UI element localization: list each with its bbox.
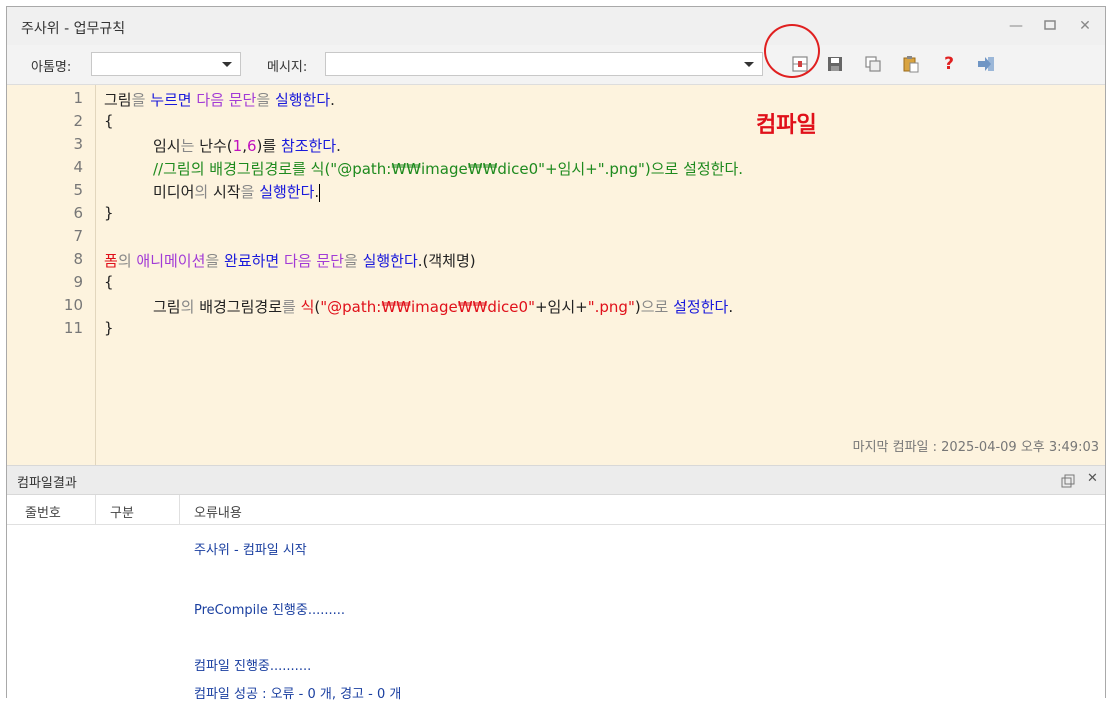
copy-button[interactable]: [862, 53, 884, 75]
code-line: }: [104, 319, 114, 337]
last-compile-time: 마지막 컴파일 : 2025-04-09 오후 3:49:03: [852, 440, 1099, 455]
paste-icon: [903, 56, 919, 73]
column-divider: [95, 495, 96, 525]
results-list: 주사위 - 컴파일 시작 PreCompile 진행중......... 컴파일…: [7, 525, 1105, 702]
column-divider: [179, 495, 180, 525]
close-panel-icon[interactable]: ✕: [1087, 471, 1098, 486]
line-number: 6: [73, 204, 83, 222]
line-number: 9: [73, 273, 83, 291]
results-panel-header: 컴파일결과 ✕: [7, 465, 1105, 495]
float-panel-icon[interactable]: [1061, 473, 1075, 492]
line-number: 1: [73, 89, 83, 107]
compile-callout-label: 컴파일: [756, 113, 817, 138]
code-line: //그림의 배경그림경로를 식("@path:₩₩image₩₩dice0"+임…: [153, 160, 744, 178]
chevron-down-icon: [744, 62, 754, 67]
line-number: 2: [73, 112, 83, 130]
message-combo[interactable]: [325, 52, 763, 76]
line-number: 4: [73, 158, 83, 176]
code-line: {: [104, 112, 114, 130]
title-bar: 주사위 - 업무규칙 — ✕: [7, 7, 1105, 45]
code-line: 임시는 난수(1,6)를 참조한다.: [153, 137, 341, 155]
line-number: 7: [73, 227, 83, 245]
result-line: 컴파일 진행중..........: [194, 659, 312, 674]
maximize-icon[interactable]: [1039, 16, 1061, 36]
line-number: 3: [73, 135, 83, 153]
save-icon: [828, 57, 842, 71]
column-header-line[interactable]: 줄번호: [25, 502, 61, 521]
event-combo[interactable]: [91, 52, 241, 76]
results-column-header: 줄번호 구분 오류내용: [7, 495, 1105, 525]
save-button[interactable]: [824, 53, 846, 75]
help-button[interactable]: ?: [938, 53, 960, 75]
event-label: 아톰명:: [31, 60, 72, 75]
line-number: 5: [73, 181, 83, 199]
code-line: 그림의 배경그림경로를 식("@path:₩₩image₩₩dice0"+임시+…: [153, 298, 734, 316]
exit-icon: [978, 57, 994, 71]
chevron-down-icon: [222, 62, 232, 67]
results-panel-title: 컴파일결과: [17, 476, 77, 491]
code-line: 미디어의 시작을 실행한다.: [153, 183, 321, 202]
exit-button[interactable]: [975, 53, 997, 75]
compile-highlight-circle: [764, 24, 820, 78]
minimize-icon[interactable]: —: [1005, 16, 1027, 36]
code-line: }: [104, 204, 114, 222]
column-header-type[interactable]: 구분: [110, 502, 134, 521]
result-line: 컴파일 성공 : 오류 - 0 개, 경고 - 0 개: [194, 687, 402, 702]
code-editor[interactable]: 1 2 3 4 5 6 7 8 9 10 11 그림을 누르면 다음 문단을 실…: [7, 85, 1105, 465]
column-header-error[interactable]: 오류내용: [194, 502, 242, 521]
toolbar: 아톰명: 메시지: ?: [7, 45, 1105, 85]
window-title: 주사위 - 업무규칙: [21, 21, 126, 37]
code-line: 그림을 누르면 다음 문단을 실행한다.: [104, 91, 335, 109]
code-line: {: [104, 273, 114, 291]
close-icon[interactable]: ✕: [1074, 16, 1096, 36]
copy-icon: [865, 56, 881, 72]
paste-button[interactable]: [900, 53, 922, 75]
code-line: 폼의 애니메이션을 완료하면 다음 문단을 실행한다.(객체명): [104, 252, 476, 270]
result-line: PreCompile 진행중.........: [194, 603, 346, 618]
rule-editor-window: 주사위 - 업무규칙 — ✕ 아톰명: 메시지: ? 1 2 3 4 5 6 7…: [6, 6, 1106, 702]
question-icon: ?: [944, 54, 954, 74]
line-number-gutter: 1 2 3 4 5 6 7 8 9 10 11: [7, 85, 96, 465]
result-line: 주사위 - 컴파일 시작: [194, 543, 307, 558]
message-label: 메시지:: [267, 60, 308, 75]
text-caret: [319, 183, 321, 202]
line-number: 8: [73, 250, 83, 268]
line-number: 10: [63, 296, 83, 314]
line-number: 11: [63, 319, 83, 337]
